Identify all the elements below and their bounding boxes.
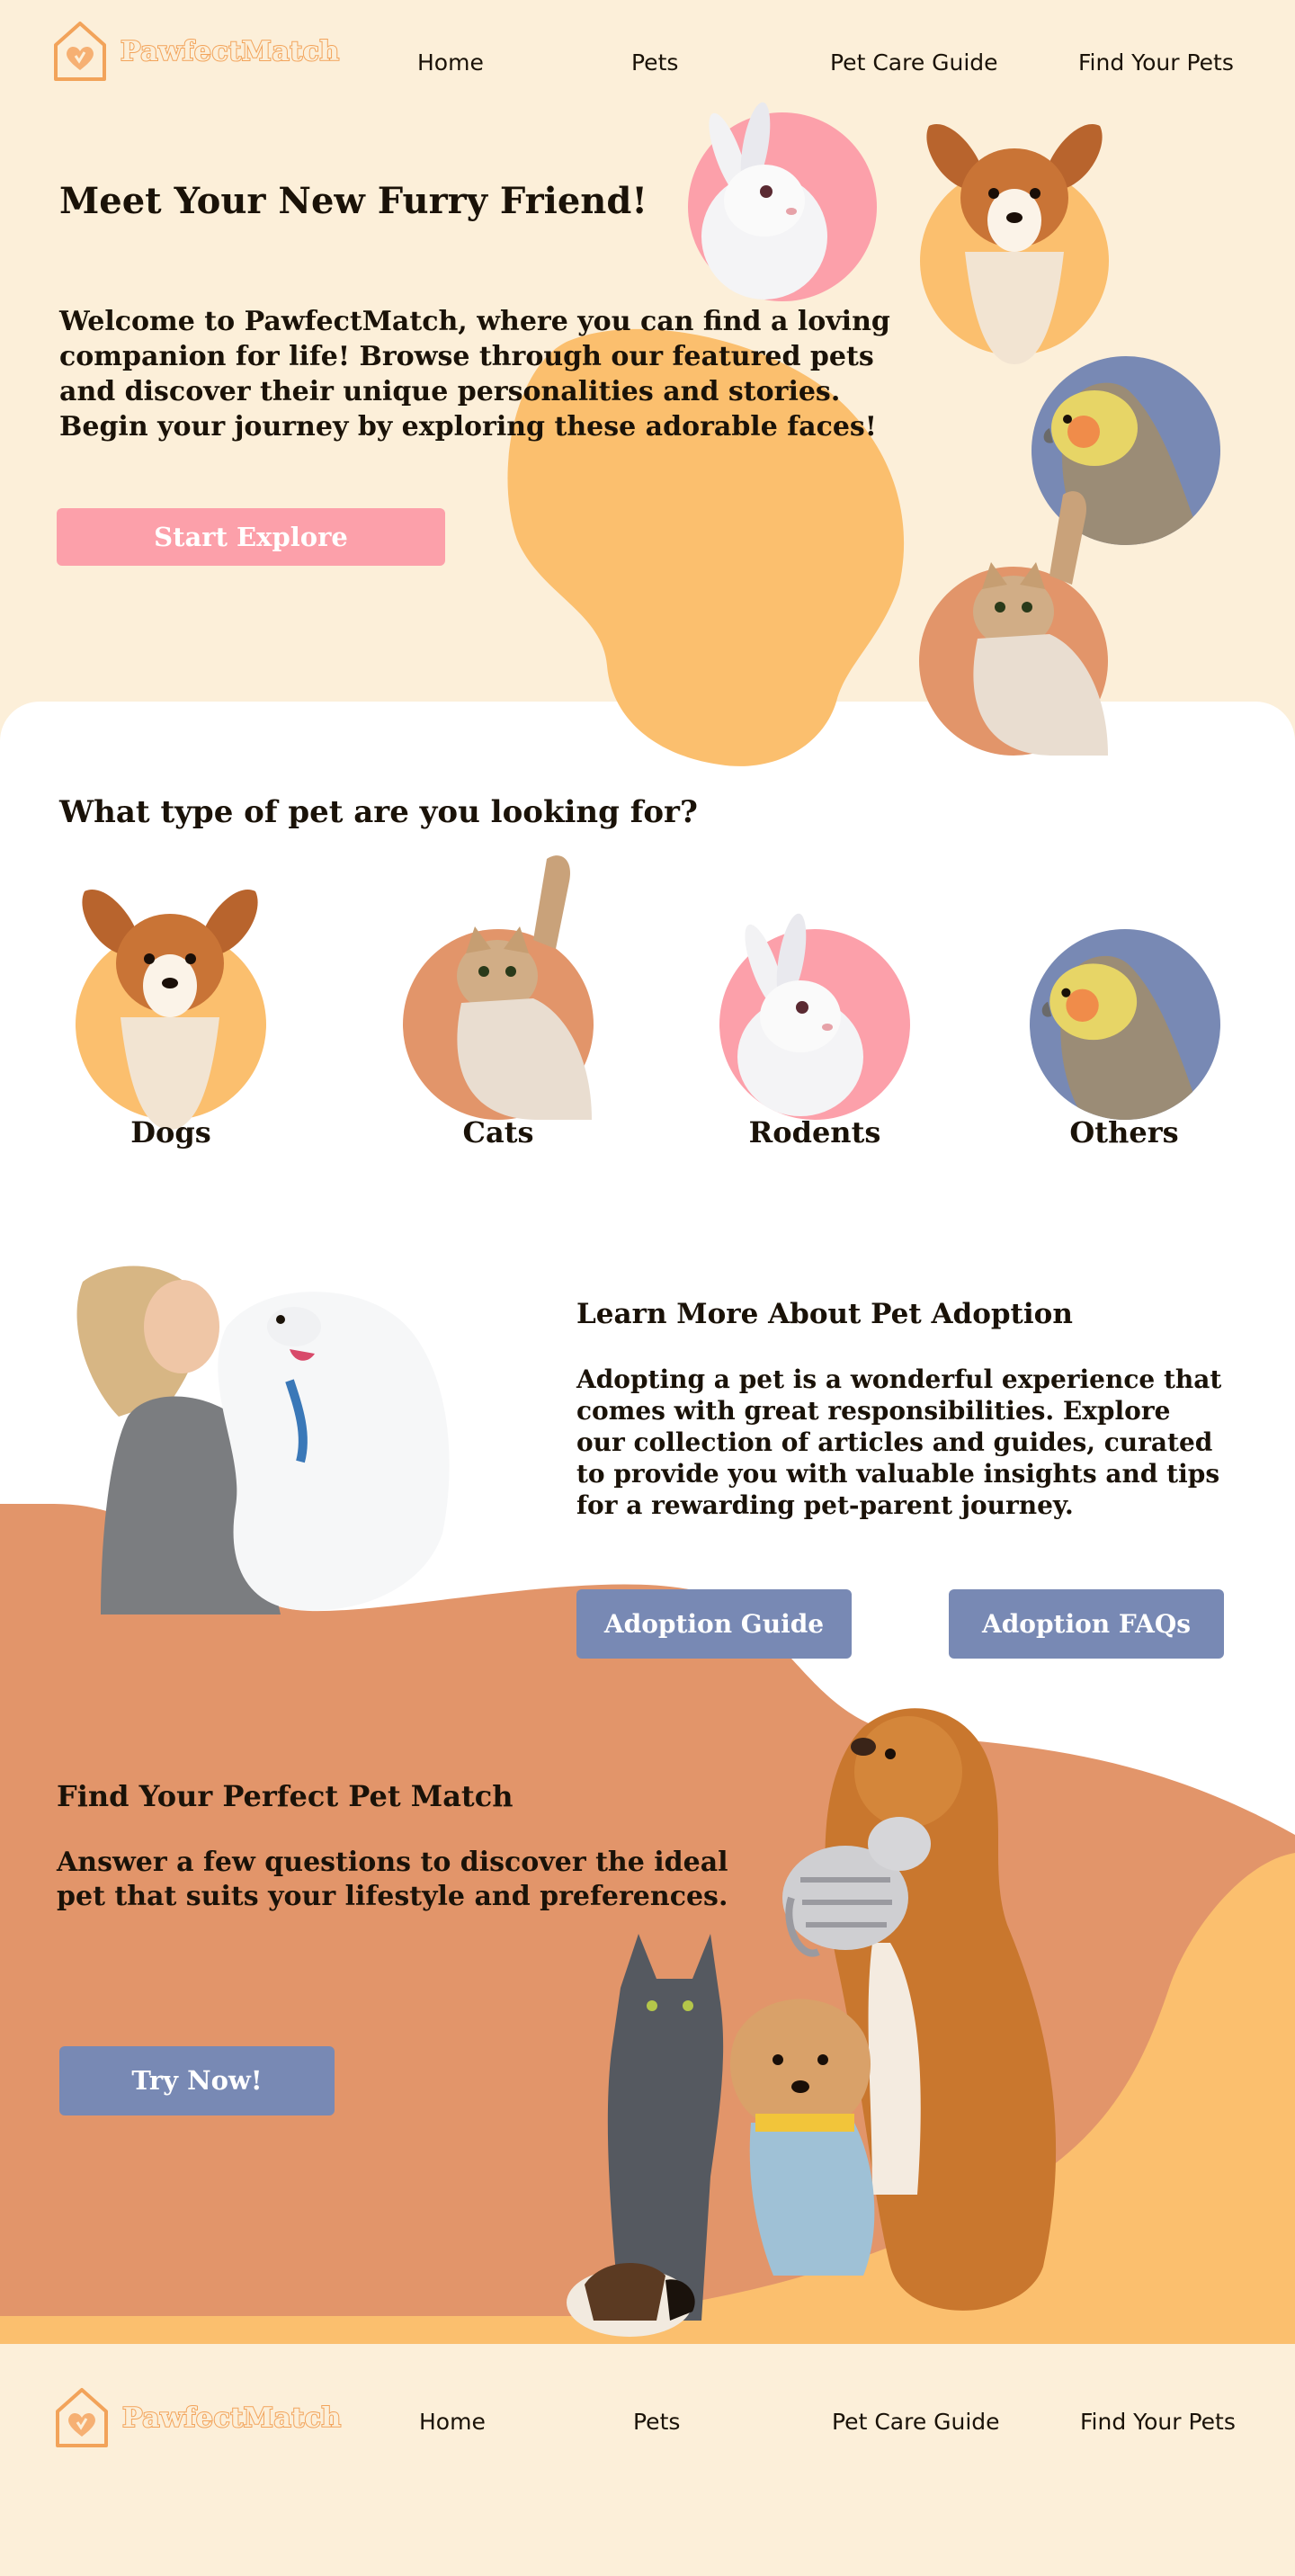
footer-brand-logo[interactable]: PawfectMatch	[54, 2386, 342, 2449]
footer-pet-care-guide-link[interactable]: Pet Care Guide	[832, 2409, 1000, 2435]
dog-icon	[82, 890, 258, 1130]
pet-types-title: What type of pet are you looking for?	[59, 794, 698, 830]
pet-type-others[interactable]	[1030, 929, 1220, 1120]
brand-name: PawfectMatch	[120, 35, 340, 68]
adoption-guide-button[interactable]: Adoption Guide	[576, 1589, 852, 1659]
woman-hugging-dog-photo	[76, 1266, 450, 1614]
brand-logo[interactable]: PawfectMatch	[52, 20, 340, 83]
start-explore-button[interactable]: Start Explore	[57, 508, 445, 566]
pet-type-label-cats: Cats	[462, 1115, 534, 1149]
footer-brand-name: PawfectMatch	[121, 2402, 342, 2435]
pet-type-label-rodents: Rodents	[748, 1115, 881, 1149]
hero-title: Meet Your New Furry Friend!	[59, 180, 648, 222]
hero-description: Welcome to PawfectMatch, where you can f…	[59, 306, 890, 443]
try-now-button[interactable]: Try Now!	[59, 2046, 335, 2115]
learn-description: Adopting a pet is a wonderful experience…	[576, 1364, 1222, 1520]
footer: PawfectMatch Home Pets Pet Care Guide Fi…	[0, 2344, 1295, 2576]
adoption-faqs-button[interactable]: Adoption FAQs	[949, 1589, 1224, 1659]
nav-find-your-pets-link[interactable]: Find Your Pets	[1078, 49, 1234, 76]
footer-pets-link[interactable]: Pets	[633, 2409, 680, 2435]
top-nav: PawfectMatch Home Pets Pet Care Guide Fi…	[0, 0, 1295, 90]
match-title: Find Your Perfect Pet Match	[57, 1779, 514, 1813]
nav-home-link[interactable]: Home	[417, 49, 484, 76]
nav-pets-link[interactable]: Pets	[631, 49, 678, 76]
rabbit-icon	[737, 913, 863, 1116]
pet-type-label-others: Others	[1069, 1115, 1179, 1149]
footer-nav: PawfectMatch Home Pets Pet Care Guide Fi…	[0, 2344, 1295, 2447]
pet-type-dogs[interactable]	[76, 890, 266, 1130]
hero-rabbit-photo	[683, 102, 877, 301]
pets-group-photo	[567, 1708, 1057, 2337]
pet-type-label-dogs: Dogs	[130, 1115, 211, 1149]
cat-icon	[457, 855, 592, 1120]
pet-type-cats[interactable]	[403, 855, 594, 1120]
hero-cat-photo	[919, 491, 1108, 756]
house-heart-icon	[56, 2388, 108, 2447]
hero-dog-photo	[920, 124, 1109, 364]
learn-title: Learn More About Pet Adoption	[576, 1298, 1073, 1330]
pet-type-rodents[interactable]	[719, 913, 910, 1120]
footer-find-your-pets-link[interactable]: Find Your Pets	[1080, 2409, 1236, 2435]
footer-home-link[interactable]: Home	[419, 2409, 486, 2435]
bird-icon	[1041, 955, 1202, 1120]
house-heart-icon	[54, 22, 106, 81]
nav-pet-care-guide-link[interactable]: Pet Care Guide	[830, 49, 998, 76]
